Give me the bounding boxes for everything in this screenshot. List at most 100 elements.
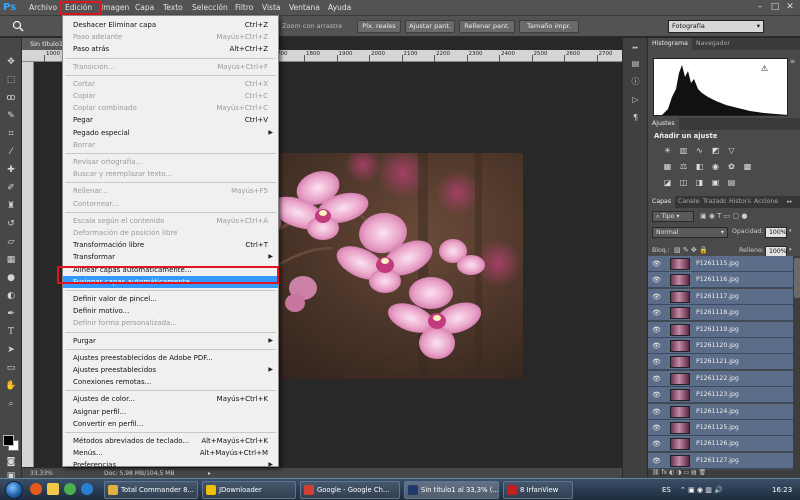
edit-menu-item[interactable]: Ajustes preestablecidos ▶ [63,364,278,376]
eye-icon[interactable]: 👁 [652,259,662,269]
eye-icon[interactable]: 👁 [652,325,662,335]
eye-icon[interactable]: 👁 [652,407,662,417]
layer-row[interactable]: 👁 P1261118.jpg [648,305,793,322]
taskbar-button[interactable]: JDownloader [202,481,296,499]
hand-tool-icon[interactable]: ✋ [4,380,18,393]
photo-filter-icon[interactable]: ◉ [710,162,721,171]
eye-icon[interactable]: 👁 [652,456,662,466]
actions-panel-icon[interactable]: ▷ [629,94,642,106]
clone-stamp-tool-icon[interactable]: ♜ [4,200,18,213]
move-tool-icon[interactable]: ✥ [4,56,18,69]
edit-menu-item[interactable]: Métodos abreviados de teclado... Alt+Mayú… [63,435,278,447]
warning-icon[interactable]: ⚠ [761,64,768,73]
blur-tool-icon[interactable]: ● [4,272,18,285]
layer-row[interactable]: 👁 P1261119.jpg [648,321,793,338]
lasso-tool-icon[interactable]: ꝏ [4,92,18,105]
zoom-tool-icon[interactable]: ⌕ [4,398,18,411]
eye-icon[interactable]: 👁 [652,439,662,449]
color-balance-icon[interactable]: ⚖ [678,162,689,171]
shape-tool-icon[interactable]: ▭ [4,362,18,375]
brush-tool-icon[interactable]: ✐ [4,182,18,195]
channel-mixer-icon[interactable]: ✿ [726,162,737,171]
posterize-icon[interactable]: ◫ [678,178,689,187]
blend-mode-select[interactable]: Normal ▾ [652,227,728,238]
curves-icon[interactable]: ∿ [694,146,705,155]
tab-actions[interactable]: Acciones [752,196,778,208]
edit-menu-item[interactable]: Menús... Alt+Mayús+Ctrl+M [63,447,278,459]
layers-footer-icons[interactable]: ⛓ fx ◐ ◑ ▭ ▤ 🗑 [652,469,706,476]
layer-row[interactable]: 👁 P1261127.jpg [648,452,793,469]
eye-icon[interactable]: 👁 [652,423,662,433]
taskbar-button[interactable]: Google - Google Ch... [300,481,400,499]
eye-icon[interactable]: 👁 [652,341,662,351]
tab-history[interactable]: Historia [727,196,751,208]
edit-menu-item[interactable]: Preferencias ▶ [63,459,278,471]
eye-icon[interactable]: 👁 [652,374,662,384]
expand-panels-icon[interactable]: ▸▸ [629,42,642,54]
menu-capa[interactable]: Capa [132,0,157,16]
chrome-icon[interactable] [64,483,76,495]
eye-icon[interactable]: 👁 [652,275,662,285]
edit-menu-item[interactable]: Pegar Ctrl+V [63,114,278,126]
layers-panel-collapse-icon[interactable]: ▸▸ [783,196,797,208]
pen-tool-icon[interactable]: ✒ [4,308,18,321]
healing-brush-tool-icon[interactable]: ✚ [4,164,18,177]
color-lookup-icon[interactable]: ▩ [742,162,753,171]
eyedropper-tool-icon[interactable]: ⁄ [4,146,18,159]
menu-imagen[interactable]: Imagen [98,0,132,16]
edit-menu-item[interactable]: Ajustes de color... Mayús+Ctrl+K [63,393,278,405]
tab-paths[interactable]: Trazados [701,196,726,208]
edit-menu-item[interactable]: Definir valor de pincel... [63,293,278,305]
firefox-icon[interactable] [30,483,42,495]
edit-menu-item[interactable]: Ajustes preestablecidos de Adobe PDF... [63,352,278,364]
fill-slider-icon[interactable]: ▾ [789,247,792,253]
opacity-input[interactable]: 100% [765,227,787,238]
levels-icon[interactable]: ▥ [678,146,689,155]
layers-scroll-thumb[interactable] [794,258,800,298]
black-white-icon[interactable]: ◧ [694,162,705,171]
path-select-tool-icon[interactable]: ➤ [4,344,18,357]
gradient-map-icon[interactable]: ▤ [726,178,737,187]
opacity-slider-icon[interactable]: ▾ [789,228,792,234]
layers-scrollbar[interactable] [793,256,800,470]
start-button[interactable] [5,481,23,499]
eye-icon[interactable]: 👁 [652,390,662,400]
menu-ventana[interactable]: Ventana [286,0,323,16]
maximize-button[interactable]: □ [769,2,781,13]
brightness-icon[interactable]: ☀ [662,146,673,155]
quick-select-tool-icon[interactable]: ✎ [4,110,18,123]
eye-icon[interactable]: 👁 [652,308,662,318]
crop-tool-icon[interactable]: ⌗ [4,128,18,141]
menu-seleccion[interactable]: Selección [189,0,231,16]
tab-channels[interactable]: Canales [676,196,700,208]
layer-row[interactable]: 👁 P1261121.jpg [648,354,793,371]
info-panel-icon[interactable]: ⓘ [629,76,642,88]
tray-icons[interactable]: ⌃ ▣ ◉ ▥ 🔊 [680,481,723,499]
tab-histogram[interactable]: Histograma [648,38,692,50]
eye-icon[interactable]: 👁 [652,357,662,367]
taskbar-button[interactable]: 8 IrfanView [503,481,573,499]
menu-texto[interactable]: Texto [160,0,186,16]
foreground-color-swatch[interactable] [3,435,14,446]
edit-menu-item[interactable]: Transformar ▶ [63,251,278,263]
type-tool-icon[interactable]: T [4,326,18,339]
menu-ayuda[interactable]: Ayuda [325,0,354,16]
panel-menu-icon[interactable]: ≡ [790,58,795,65]
layer-row[interactable]: 👁 P1261126.jpg [648,436,793,453]
taskbar-button[interactable]: Total Commander 8... [104,481,198,499]
tab-navigator[interactable]: Navegador [692,38,734,50]
layer-filter-select[interactable]: ⌕ Tipo ▾ [652,211,694,222]
tab-layers[interactable]: Capas [648,196,676,208]
menu-filtro[interactable]: Filtro [232,0,256,16]
eraser-tool-icon[interactable]: ▱ [4,236,18,249]
history-brush-tool-icon[interactable]: ↺ [4,218,18,231]
fit-screen-button[interactable]: Ajustar pant. [405,20,455,33]
selective-color-icon[interactable]: ▣ [710,178,721,187]
ie-icon[interactable] [81,483,93,495]
exposure-icon[interactable]: ◩ [710,146,721,155]
gradient-tool-icon[interactable]: ▦ [4,254,18,267]
fill-screen-button[interactable]: Rellenar pant. [459,20,515,33]
dodge-tool-icon[interactable]: ◐ [4,290,18,303]
edit-menu-item[interactable]: Purgar ▶ [63,335,278,347]
layer-row[interactable]: 👁 P1261120.jpg [648,338,793,354]
